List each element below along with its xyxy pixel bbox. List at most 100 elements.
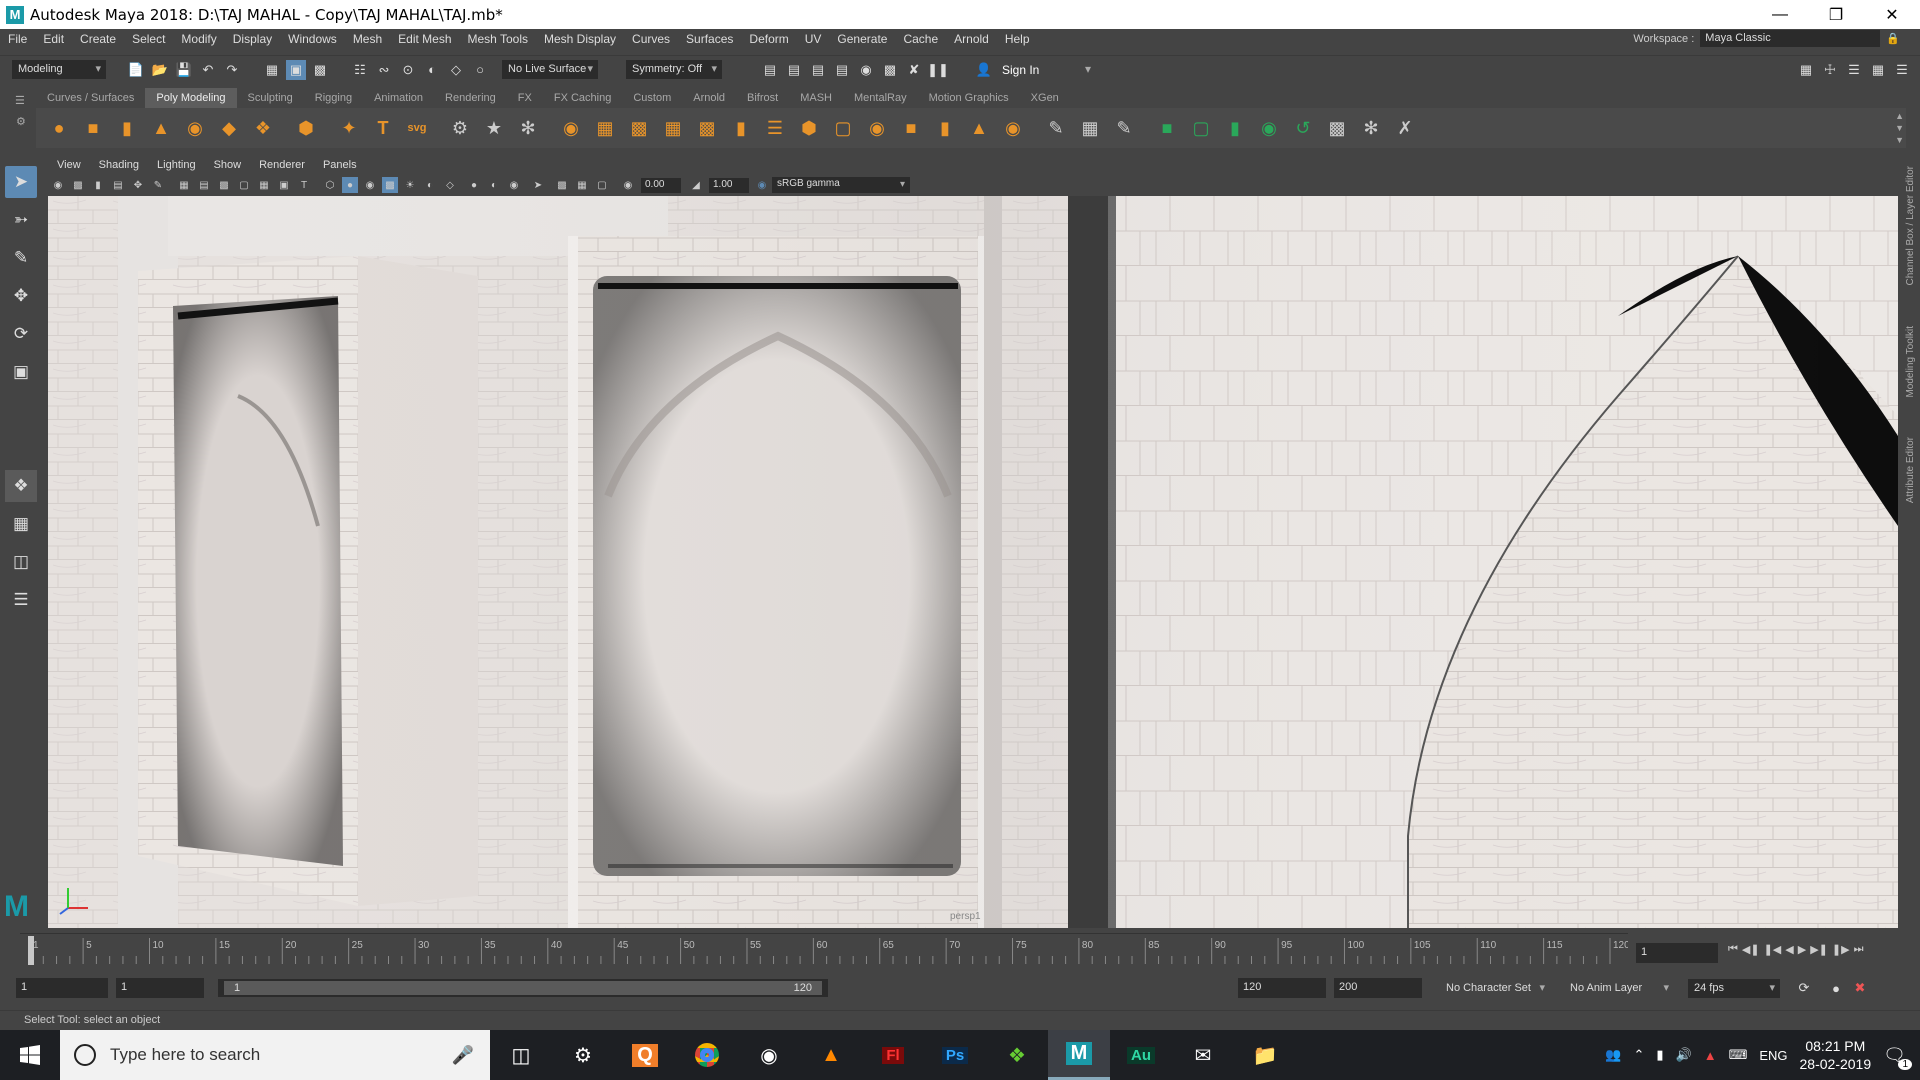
two-view-layout-icon[interactable]: ◫ [5,546,37,578]
color-management-icon[interactable]: ◉ [754,177,770,193]
menu-create[interactable]: Create [72,32,124,46]
mirror-icon[interactable]: ▮ [931,114,959,142]
textured-icon[interactable]: ▩ [382,177,398,193]
action-center-icon[interactable]: 🗨 1 [1883,1045,1912,1070]
snap-surface-icon[interactable]: ◇ [446,60,466,80]
type-tool-icon[interactable]: T [369,114,397,142]
show-hidden-icons-icon[interactable]: ⌃ [1633,1047,1644,1063]
people-icon[interactable]: 👥 [1605,1047,1621,1063]
select-tool-icon[interactable]: ➤ [5,166,37,198]
current-frame-field[interactable]: 1 [1636,943,1718,963]
bookmark-icon[interactable]: ▮ [90,177,106,193]
shelf-tab-curves-surfaces[interactable]: Curves / Surfaces [36,88,145,108]
corel-icon[interactable]: ❖ [986,1030,1048,1080]
go-to-start-icon[interactable]: ⏮ [1728,943,1738,956]
poly-disc-icon[interactable]: ❖ [249,114,277,142]
snap-point-icon[interactable]: ⊙ [398,60,418,80]
shelf-tab-sculpting[interactable]: Sculpting [237,88,304,108]
loop-icon[interactable]: ⟳ [1794,978,1814,998]
menu-cache[interactable]: Cache [895,32,946,46]
fps-dropdown[interactable]: 24 fps [1688,978,1780,998]
render-settings-icon[interactable]: ▤ [832,60,852,80]
play-forwards-icon[interactable]: ▶ [1798,943,1806,956]
menu-edit[interactable]: Edit [35,32,72,46]
svg-tool-icon[interactable]: svg [403,114,431,142]
xray-components-icon[interactable]: ▢ [594,177,610,193]
snap-grid-icon[interactable]: ☷ [350,60,370,80]
step-forward-frame-icon[interactable]: ▶❚ [1810,943,1828,956]
symmetry-dropdown[interactable]: Symmetry: Off [626,60,722,79]
character-set-dropdown[interactable]: No Character Set [1440,978,1550,998]
shelf-tab-bifrost[interactable]: Bifrost [736,88,789,108]
taskbar-clock[interactable]: 08:21 PM 28-02-2019 [1800,1037,1872,1073]
paint-select-icon[interactable]: ✎ [5,242,37,274]
hypershade-icon[interactable]: ◉ [856,60,876,80]
attribute-editor-icon[interactable]: ☰ [1844,60,1864,80]
keyboard-icon[interactable]: ⌨ [1729,1047,1748,1063]
redo-icon[interactable]: ↷ [222,60,242,80]
menu-mesh-display[interactable]: Mesh Display [536,32,624,46]
live-surface-field[interactable]: No Live Surface [502,60,598,79]
current-time-marker[interactable] [28,936,34,965]
safe-title-icon[interactable]: T [296,177,312,193]
restore-button[interactable]: ❐ [1808,0,1864,29]
four-view-layout-icon[interactable]: ▦ [5,508,37,540]
gate-mask-icon[interactable]: ▢ [236,177,252,193]
outliner-layout-icon[interactable]: ☰ [5,584,37,616]
snap-curve-icon[interactable]: ∾ [374,60,394,80]
multi-cut-icon[interactable]: ✻ [514,114,542,142]
planar-map-icon[interactable]: ▢ [1187,114,1215,142]
modeling-toolkit-icon[interactable]: ▦ [1796,60,1816,80]
lock-icon[interactable]: 🔒 [1886,32,1900,45]
automatic-map-icon[interactable]: ↺ [1289,114,1317,142]
menu-set-dropdown[interactable]: Modeling [12,60,106,79]
fill-hole-icon[interactable]: ⬢ [795,114,823,142]
panel-menu-view[interactable]: View [48,159,90,171]
scale-tool-icon[interactable]: ▣ [5,356,37,388]
sign-in-button[interactable]: Sign In [996,60,1096,79]
checker-map-icon[interactable]: ▩ [1323,114,1351,142]
step-forward-key-icon[interactable]: ❚▶ [1832,943,1850,956]
image-plane-icon[interactable]: ▤ [110,177,126,193]
anim-layer-dropdown[interactable]: No Anim Layer [1564,978,1674,998]
camera-select-icon[interactable]: ◉ [50,177,66,193]
boolean-union-icon[interactable]: ◉ [863,114,891,142]
menu-deform[interactable]: Deform [741,32,796,46]
single-perspective-layout-icon[interactable]: ❖ [5,470,37,502]
render-view-icon[interactable]: ▩ [880,60,900,80]
settings-icon[interactable]: ⚙ [552,1030,614,1080]
move-tool-icon[interactable]: ✥ [5,280,37,312]
poly-cube-icon[interactable]: ■ [79,114,107,142]
media-player-icon[interactable]: ◉ [738,1030,800,1080]
select-component-icon[interactable]: ▩ [310,60,330,80]
taskbar-search-box[interactable]: Type here to search 🎤 [60,1030,490,1080]
start-frame-field[interactable]: 1 [16,978,108,998]
triangulate-icon[interactable]: ▲ [965,114,993,142]
color-space-dropdown[interactable]: sRGB gamma [772,177,910,193]
panel-menu-panels[interactable]: Panels [314,159,366,171]
range-slider-handle[interactable]: 1 120 [224,981,822,995]
poly-sphere-icon[interactable]: ● [45,114,73,142]
shadows-icon[interactable]: ◐ [422,177,438,193]
menu-select[interactable]: Select [124,32,173,46]
poly-plane-icon[interactable]: ◆ [215,114,243,142]
playback-start-field[interactable]: 1 [116,978,204,998]
end-frame-field[interactable]: 200 [1334,978,1422,998]
channel-box-icon[interactable]: ☰ [1892,60,1912,80]
ipr-render-icon[interactable]: ▤ [808,60,828,80]
poly-cone-icon[interactable]: ▲ [147,114,175,142]
select-object-icon[interactable]: ▣ [286,59,306,80]
bevel-icon[interactable]: ▮ [727,114,755,142]
shelf-tab-rendering[interactable]: Rendering [434,88,507,108]
open-scene-icon[interactable]: 📂 [150,60,170,80]
menu-modify[interactable]: Modify [173,32,224,46]
screen-space-ao-icon[interactable]: ◇ [442,177,458,193]
shelf-tab-mentalray[interactable]: MentalRay [843,88,918,108]
super-shape-icon[interactable]: ✦ [335,114,363,142]
close-button[interactable]: ✕ [1864,0,1920,29]
rotate-tool-icon[interactable]: ⟳ [5,318,37,350]
vlc-icon[interactable]: ▲ [800,1030,862,1080]
poly-cylinder-icon[interactable]: ▮ [113,114,141,142]
step-back-frame-icon[interactable]: ❚◀ [1764,943,1782,956]
pause-icon[interactable]: ❚❚ [927,60,949,80]
